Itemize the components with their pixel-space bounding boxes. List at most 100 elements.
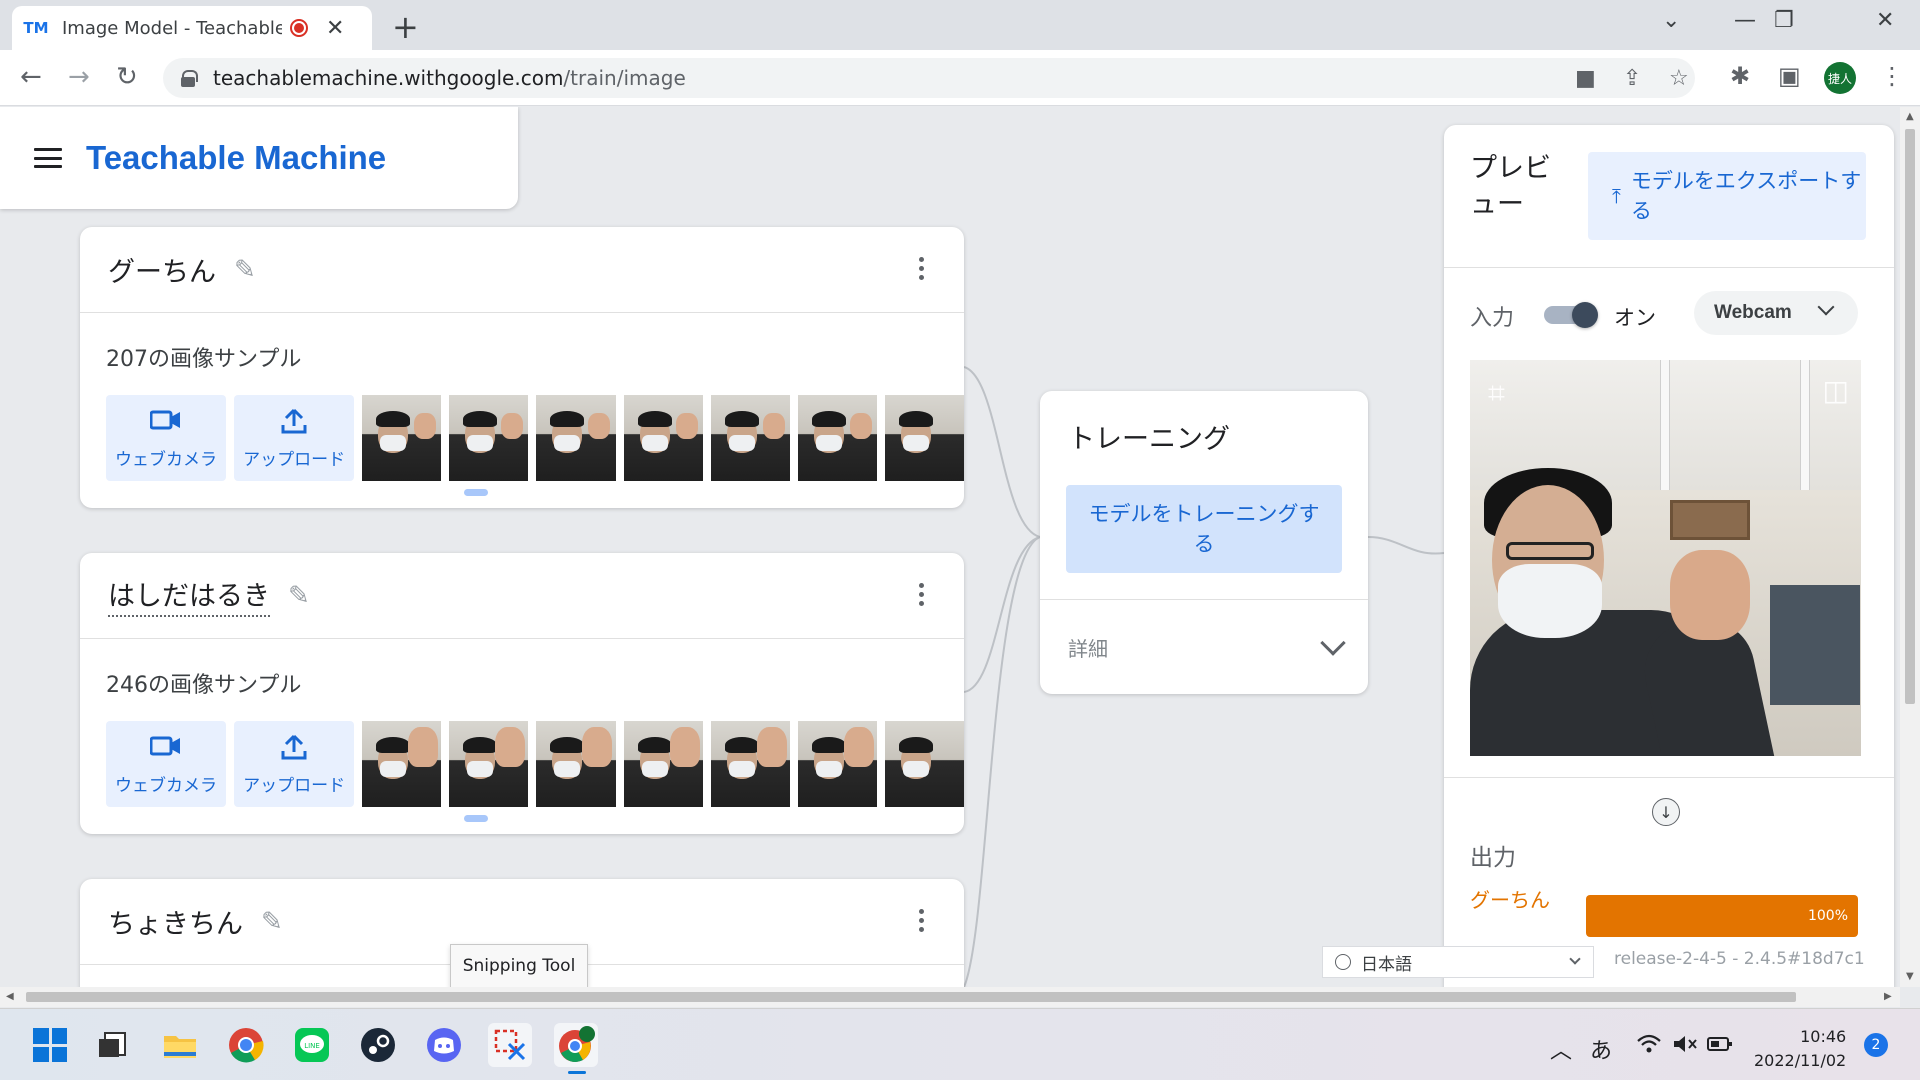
menu-kebab-icon[interactable]: ⋮ — [1880, 62, 1904, 90]
sample-thumbnail[interactable] — [797, 395, 877, 481]
sample-thumbnail[interactable] — [797, 721, 877, 807]
menu-icon[interactable] — [34, 148, 62, 168]
start-button[interactable] — [28, 1023, 72, 1067]
class-name[interactable]: グーちん — [108, 250, 216, 289]
sample-scroll-indicator[interactable] — [464, 815, 488, 822]
class-name[interactable]: はしだはるき — [108, 574, 270, 617]
tab-strip: TM Image Model - Teachable Ma ✕ + ⌄ — ❐ … — [0, 0, 1920, 50]
class-name[interactable]: ちょきちん — [108, 902, 243, 941]
upload-arrow-icon: ⤒ — [1612, 184, 1621, 208]
windows-logo-icon — [33, 1028, 67, 1062]
minimize-button[interactable]: — — [1734, 8, 1756, 33]
class-options-icon[interactable] — [919, 909, 924, 932]
train-model-button[interactable]: モデルをトレーニングする — [1066, 485, 1342, 573]
class-options-icon[interactable] — [919, 583, 924, 606]
output-label: 出力 — [1470, 845, 1516, 871]
edit-pencil-icon[interactable]: ✎ — [234, 255, 256, 285]
confidence-fill: 100% — [1586, 895, 1858, 937]
upload-button[interactable]: アップロード — [234, 395, 355, 481]
forward-icon[interactable]: → — [68, 62, 90, 92]
class-card: はしだはるき ✎ 246の画像サンプル ウェブカメラ アップロード — [80, 553, 964, 834]
vertical-scrollbar[interactable]: ▲ ▼ — [1900, 107, 1920, 987]
flip-icon[interactable]: ◫ — [1823, 374, 1849, 407]
language-select[interactable]: 日本語 — [1322, 946, 1594, 978]
battery-icon[interactable] — [1706, 1033, 1734, 1061]
upload-button[interactable]: アップロード — [234, 721, 355, 807]
snipping-tool-icon[interactable] — [488, 1023, 532, 1067]
tab-title: Image Model - Teachable Ma — [62, 17, 282, 39]
reload-icon[interactable]: ↻ — [116, 62, 138, 92]
chevron-up-icon[interactable]: ︿ — [1550, 1033, 1572, 1065]
video-camera-icon — [149, 407, 182, 441]
horizontal-scrollbar[interactable]: ◀ ▶ — [0, 987, 1900, 1007]
chevron-down-icon — [1817, 298, 1835, 316]
sample-thumbnail[interactable] — [623, 395, 703, 481]
sample-thumbnail[interactable] — [710, 395, 790, 481]
sample-thumbnail[interactable] — [623, 721, 703, 807]
browser-tab[interactable]: TM Image Model - Teachable Ma ✕ — [12, 6, 372, 50]
steam-icon[interactable] — [356, 1023, 400, 1067]
restore-button[interactable]: ❐ — [1774, 8, 1794, 33]
ime-indicator[interactable]: あ — [1590, 1033, 1612, 1065]
export-model-button[interactable]: ⤒ モデルをエクスポートする — [1588, 152, 1866, 240]
teachable-machine-favicon-icon: TM — [23, 16, 49, 40]
discord-icon[interactable] — [422, 1023, 466, 1067]
tooltip: Snipping Tool — [450, 944, 588, 987]
recording-icon — [290, 19, 308, 37]
tab-search-icon[interactable]: ⌄ — [1662, 8, 1680, 33]
share-icon[interactable]: ⇪ — [1623, 66, 1641, 91]
training-card: トレーニング モデルをトレーニングする 詳細 — [1040, 391, 1368, 694]
sample-thumbnail[interactable] — [449, 721, 529, 807]
sample-count: 246の画像サンプル — [106, 673, 302, 698]
sample-thumbnail[interactable] — [710, 721, 790, 807]
close-tab-icon[interactable]: ✕ — [326, 16, 344, 41]
video-camera-icon — [149, 733, 182, 767]
sample-thumbnail[interactable] — [884, 721, 964, 807]
profile-avatar[interactable]: 捷人 — [1824, 62, 1856, 94]
app-title[interactable]: Teachable Machine — [86, 139, 386, 177]
bookmark-star-icon[interactable]: ☆ — [1669, 66, 1689, 91]
sample-scroll-indicator[interactable] — [464, 489, 488, 496]
url-text: teachablemachine.withgoogle.com/train/im… — [213, 66, 686, 90]
edit-pencil-icon[interactable]: ✎ — [261, 907, 283, 937]
lock-icon — [181, 70, 198, 87]
upload-icon — [280, 733, 308, 767]
file-explorer-icon[interactable] — [158, 1023, 202, 1067]
camera-in-use-icon[interactable]: ■ — [1575, 66, 1596, 91]
sample-thumbnail[interactable] — [536, 721, 616, 807]
chrome-profile-icon[interactable] — [554, 1023, 598, 1067]
wifi-icon[interactable] — [1636, 1033, 1662, 1061]
input-toggle[interactable] — [1544, 302, 1600, 328]
sample-thumbnail[interactable] — [884, 395, 964, 481]
chevron-down-icon — [1320, 630, 1346, 656]
toggle-state-label: オン — [1614, 306, 1656, 330]
address-bar[interactable]: teachablemachine.withgoogle.com/train/im… — [163, 58, 1695, 98]
class-options-icon[interactable] — [919, 257, 924, 280]
input-source-select[interactable]: Webcam — [1694, 291, 1858, 335]
globe-icon — [1335, 954, 1351, 970]
sample-thumbnail[interactable] — [449, 395, 529, 481]
edit-pencil-icon[interactable]: ✎ — [288, 581, 310, 611]
task-view-icon[interactable] — [90, 1023, 134, 1067]
close-window-button[interactable]: ✕ — [1876, 8, 1894, 33]
page-content: Teachable Machine グーちん ✎ 207の画像サンプル ウェブカ… — [0, 107, 1920, 987]
chrome-icon[interactable] — [224, 1023, 268, 1067]
sample-thumbnail[interactable] — [362, 721, 442, 807]
crop-icon[interactable]: ⌗ — [1488, 376, 1505, 411]
line-app-icon[interactable]: LINE — [290, 1023, 334, 1067]
back-icon[interactable]: ← — [20, 62, 42, 92]
extensions-icon[interactable]: ✱ — [1730, 62, 1750, 90]
webcam-button[interactable]: ウェブカメラ — [106, 395, 227, 481]
notification-badge[interactable]: 2 — [1864, 1033, 1888, 1057]
class-card: グーちん ✎ 207の画像サンプル ウェブカメラ アップロード — [80, 227, 964, 508]
confidence-bar: 100% — [1586, 895, 1858, 937]
browser-toolbar: ← → ↻ teachablemachine.withgoogle.com/tr… — [0, 50, 1920, 106]
system-clock[interactable]: 10:46 2022/11/02 — [1754, 1025, 1846, 1073]
sample-thumbnail[interactable] — [362, 395, 442, 481]
sample-thumbnail[interactable] — [536, 395, 616, 481]
side-panel-icon[interactable]: ▣ — [1778, 62, 1801, 90]
webcam-button[interactable]: ウェブカメラ — [106, 721, 227, 807]
advanced-toggle[interactable]: 詳細 — [1040, 599, 1368, 694]
new-tab-button[interactable]: + — [392, 8, 419, 46]
speaker-muted-icon[interactable] — [1672, 1033, 1698, 1061]
